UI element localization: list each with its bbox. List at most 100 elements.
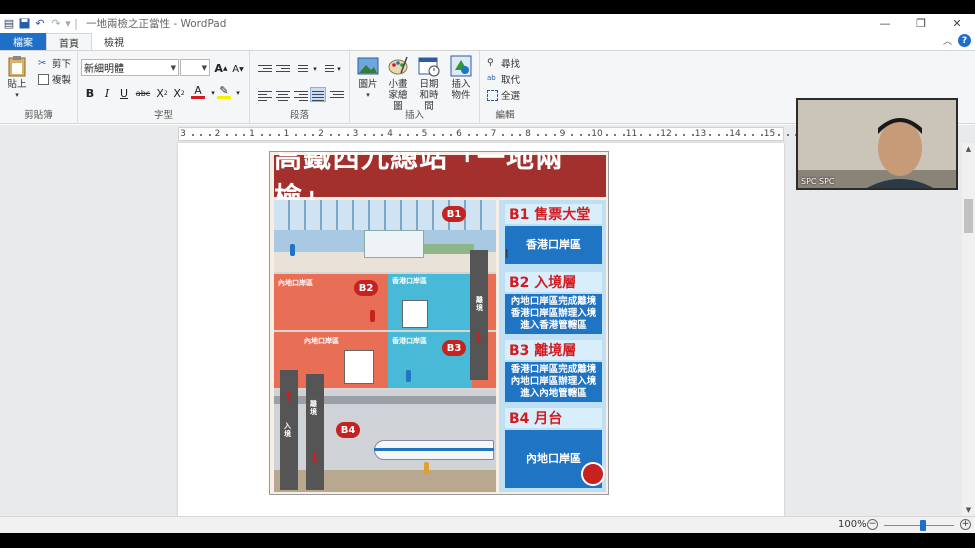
close-icon[interactable]: ✕	[939, 14, 975, 33]
text-cursor-icon: I	[505, 247, 509, 261]
save-icon[interactable]	[16, 16, 32, 32]
insert-object-button[interactable]: 插入物件	[447, 55, 475, 101]
copy-button[interactable]: 複製	[38, 72, 71, 86]
bold-icon[interactable]: B	[83, 86, 97, 100]
ruler-tick	[622, 134, 625, 136]
scroll-thumb[interactable]	[964, 199, 973, 233]
tab-view[interactable]: 檢視	[92, 33, 136, 50]
select-all-button[interactable]: 全選	[487, 88, 520, 102]
level-b1-heading: B1 售票大堂	[505, 204, 602, 224]
person-figure	[424, 462, 429, 474]
paint-drawing-button[interactable]: 小畫家繪圖	[383, 55, 413, 112]
level-b3-heading: B3 離境層	[505, 340, 602, 360]
replace-button[interactable]: ab 取代	[487, 72, 520, 87]
subscript-icon[interactable]: X2	[155, 86, 169, 100]
level-b2-heading: B2 入境層	[505, 272, 602, 292]
person-figure	[370, 310, 375, 322]
collapse-ribbon-icon[interactable]: ︿	[943, 34, 952, 47]
cut-label: 剪下	[52, 59, 72, 70]
shrink-font-icon[interactable]: A ▼	[231, 62, 245, 76]
level-b4-heading: B4 月台	[505, 408, 602, 428]
ruler-tick	[657, 134, 660, 136]
align-left-icon[interactable]	[258, 89, 272, 101]
font-family-select[interactable]: 新細明體 ▼	[81, 59, 179, 76]
ruler-tick	[545, 134, 548, 136]
document-page[interactable]: 高鐵西九總站「一地兩檢」 B1 內地口岸區 香港口岸區 B2 內地口岸區 香港口…	[178, 143, 784, 516]
b3-left-label: 內地口岸區	[304, 337, 339, 345]
paragraph-settings-icon[interactable]	[330, 89, 344, 101]
ruler-tick	[717, 134, 720, 136]
decrease-indent-icon[interactable]	[258, 63, 272, 75]
wordpad-app-icon[interactable]: ▤	[2, 17, 16, 30]
ruler-tick	[329, 134, 332, 136]
superscript-icon[interactable]: X2	[172, 86, 186, 100]
underline-icon[interactable]: U	[117, 86, 131, 100]
picture-dropdown-icon[interactable]: ▾	[366, 90, 370, 101]
align-right-icon[interactable]	[294, 89, 308, 101]
ruler-number: 2	[214, 129, 221, 139]
paste-button[interactable]: 貼上 ▾	[6, 55, 28, 101]
bullet-list-icon[interactable]	[294, 63, 308, 75]
ruler-tick	[640, 134, 643, 136]
ruler-tick	[277, 134, 280, 136]
cut-button[interactable]: ✂ 剪下	[38, 56, 72, 71]
minimize-icon[interactable]: —	[867, 14, 903, 33]
scroll-up-icon[interactable]: ▲	[962, 145, 975, 153]
paragraph-group-label: 段落	[289, 110, 309, 121]
zoom-slider-thumb[interactable]	[919, 520, 926, 531]
clipboard-group-label: 剪貼簿	[24, 110, 53, 121]
ruler-tick	[260, 134, 263, 136]
ruler-number: 14	[729, 129, 741, 139]
quick-access-dropdown-icon[interactable]: ▾	[64, 16, 72, 32]
undo-icon[interactable]: ↶	[32, 16, 48, 32]
text-color-icon[interactable]: A	[191, 84, 205, 99]
ruler-tick	[502, 134, 505, 136]
webcam-name-label: SPC SPC	[801, 177, 835, 186]
font-size-select[interactable]: ▼	[180, 59, 210, 76]
ruler[interactable]: 3211234567891011121314151617	[178, 127, 844, 141]
ruler-number: 6	[456, 129, 462, 139]
station-cutaway-illustration: B1 內地口岸區 香港口岸區 B2 內地口岸區 香港口岸區 B3 B4 離境 ↓…	[274, 200, 496, 492]
redo-icon[interactable]: ↷	[48, 16, 64, 32]
tab-home[interactable]: 首頁	[46, 33, 92, 50]
font-family-value: 新細明體	[84, 64, 124, 75]
insert-datetime-button[interactable]: 日期和時間	[415, 55, 443, 112]
ruler-tick	[450, 134, 453, 136]
paste-label: 貼上	[7, 79, 27, 90]
vertical-scrollbar[interactable]: ▲ ▼	[962, 143, 975, 516]
ruler-tick	[303, 134, 306, 136]
select-all-icon	[487, 89, 498, 101]
italic-icon[interactable]: I	[100, 86, 114, 100]
poster-title: 高鐵西九總站「一地兩檢」	[274, 152, 606, 214]
scroll-down-icon[interactable]: ▼	[962, 506, 975, 514]
zoom-in-icon[interactable]: +	[960, 519, 971, 530]
down-arrow-icon: ↓	[309, 450, 321, 466]
tab-file[interactable]: 檔案	[0, 33, 46, 50]
ruler-tick	[571, 134, 574, 136]
ruler-tick	[743, 134, 746, 136]
embedded-infographic[interactable]: 高鐵西九總站「一地兩檢」 B1 內地口岸區 香港口岸區 B2 內地口岸區 香港口…	[269, 151, 609, 495]
editing-group: ⚲ 尋找 ab 取代 全選 編輯	[480, 51, 530, 124]
paragraph-group: ▾ ▾ 段落	[250, 51, 350, 124]
copy-label: 複製	[52, 75, 72, 86]
increase-indent-icon[interactable]	[276, 63, 290, 75]
highlight-dropdown-icon[interactable]: ▾	[231, 86, 245, 100]
restore-icon[interactable]: ❐	[903, 14, 939, 33]
align-center-icon[interactable]	[276, 89, 290, 101]
find-button[interactable]: ⚲ 尋找	[487, 56, 520, 71]
help-icon[interactable]: ?	[958, 34, 971, 47]
document-area: 高鐵西九總站「一地兩檢」 B1 內地口岸區 香港口岸區 B2 內地口岸區 香港口…	[0, 143, 962, 516]
zoom-out-icon[interactable]: −	[867, 519, 878, 530]
left-escalator-out-label: 離境	[310, 400, 317, 416]
strikethrough-icon[interactable]: abc	[134, 86, 152, 100]
ruler-tick	[295, 134, 298, 136]
paste-dropdown-icon[interactable]: ▾	[15, 90, 19, 101]
ruler-tick	[338, 134, 341, 136]
ruler-number: 13	[694, 129, 707, 139]
insert-picture-button[interactable]: 圖片 ▾	[355, 55, 381, 101]
picture-label: 圖片	[358, 79, 378, 90]
grow-font-icon[interactable]: A ▲	[214, 61, 228, 75]
line-spacing-dropdown-icon[interactable]: ▾	[332, 62, 346, 76]
highlight-icon[interactable]: ✎	[217, 84, 231, 99]
justify-icon[interactable]	[310, 87, 326, 102]
